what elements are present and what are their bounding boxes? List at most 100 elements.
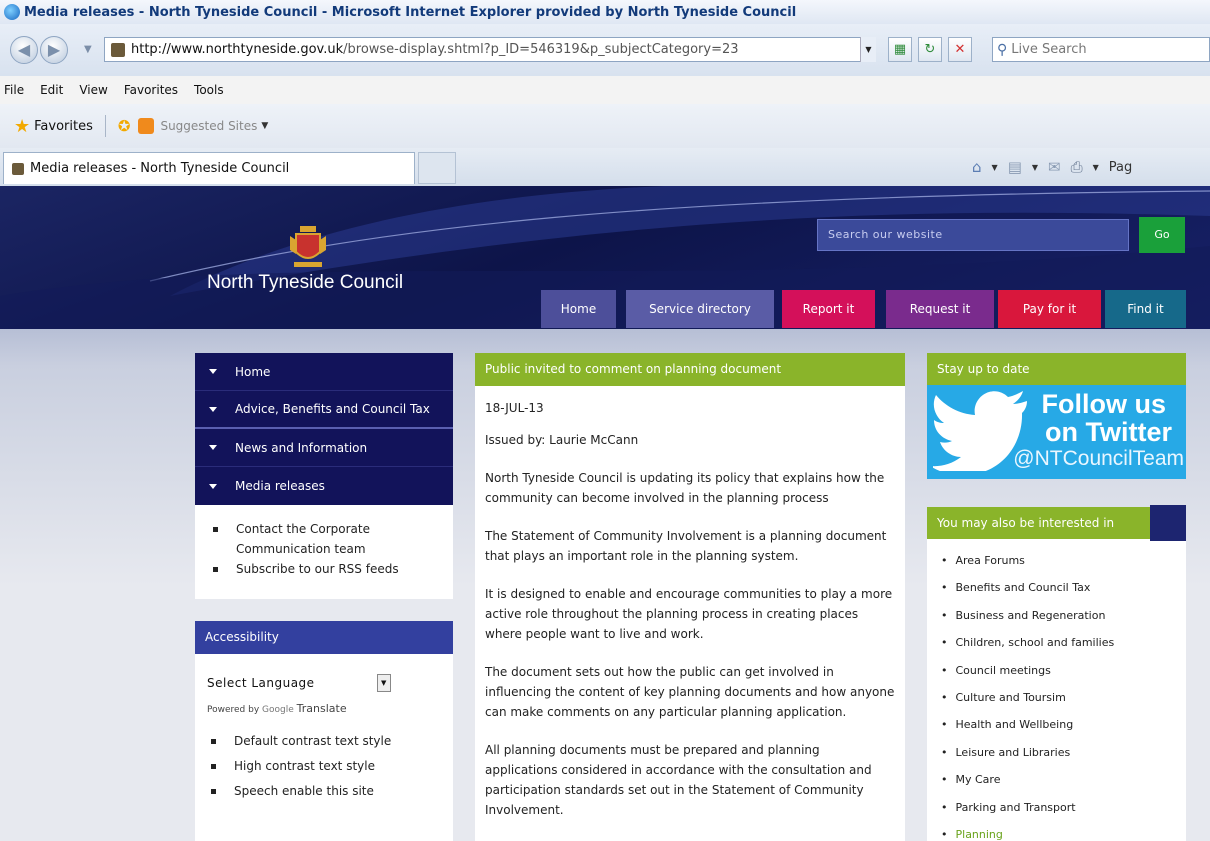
interest-list: • Area Forums • Benefits and Council Tax •… [927,539,1186,841]
interest-label: Business and Regeneration [955,608,1106,622]
page-icon [111,42,125,57]
link-rss-feeds[interactable]: Subscribe to our RSS feeds [236,559,399,579]
menu-edit[interactable]: Edit [32,83,71,97]
url-path: /browse-display.shtml?p_ID=546319&p_subj… [343,42,739,57]
topnav-service-directory[interactable]: Service directory [626,290,774,328]
bullet [211,764,216,769]
accessibility-heading: Accessibility [195,621,453,654]
topnav-pay-for-it[interactable]: Pay for it [998,290,1101,328]
interest-item[interactable]: • Area Forums [941,547,1186,574]
interest-item[interactable]: • Business and Regeneration [941,602,1186,629]
topnav-report-it[interactable]: Report it [782,290,875,328]
interest-label: Planning [955,828,1003,841]
left-nav-news[interactable]: News and Information [195,429,453,467]
recent-pages-dropdown[interactable]: ▼ [84,44,92,55]
default-contrast-link[interactable]: Default contrast text style [234,729,391,754]
back-arrow-icon[interactable]: ◀ [10,36,38,64]
powered-by-google: Powered by Google Translate [207,702,443,715]
interest-label: Council meetings [955,663,1051,677]
bullet: • [941,554,948,567]
print-icon[interactable]: ⎙ [1071,158,1083,176]
home-icon[interactable]: ⌂ [972,158,982,176]
mail-icon[interactable]: ✉ [1048,158,1061,176]
stay-up-to-date-heading: Stay up to date [927,353,1186,385]
live-search-input[interactable]: ⚲ Live Search [992,37,1210,62]
list-item[interactable]: Subscribe to our RSS feeds [209,559,443,579]
powered-by-label: Powered by [207,705,260,715]
menu-view[interactable]: View [71,83,115,97]
interest-item[interactable]: • Benefits and Council Tax [941,574,1186,601]
forward-arrow-icon[interactable]: ▶ [40,36,68,64]
go-button[interactable]: Go [1139,217,1185,253]
command-bar: ⌂ ▼ ▤ ▼ ✉ ⎙ ▼ Pag [972,158,1132,176]
stop-icon[interactable]: ✕ [948,37,972,62]
interest-label: Leisure and Libraries [955,745,1071,759]
interest-item[interactable]: • Health and Wellbeing [941,711,1186,738]
list-item[interactable]: Default contrast text style [207,729,443,754]
left-column: Home Advice, Benefits and Council Tax Ne… [195,353,453,841]
left-nav-label: Home [235,364,271,379]
bullet: • [941,636,948,650]
twitter-handle: @NTCouncilTeam [1013,447,1184,470]
compatibility-icon[interactable]: ▦ [888,37,912,62]
left-nav-media-releases[interactable]: Media releases [195,467,453,505]
interest-item[interactable]: • Planning [941,821,1186,841]
translate-link[interactable]: Translate [297,702,347,715]
site-search-input[interactable]: Search our website [817,219,1129,251]
language-select[interactable]: Select Language ▼ [207,674,443,692]
bullet: • [941,691,948,705]
article-title: Public invited to comment on planning do… [475,353,905,386]
interest-label: Parking and Transport [955,800,1076,814]
interest-item[interactable]: • Leisure and Libraries [941,739,1186,766]
twitter-banner[interactable]: Follow us on Twitter @NTCouncilTeam [927,385,1186,479]
chevron-down-icon[interactable]: ▼ [992,163,998,172]
link-contact-corporate[interactable]: Contact the Corporate Communication team [236,519,443,559]
menu-file[interactable]: File [0,83,32,97]
list-item[interactable]: Contact the Corporate Communication team [209,519,443,559]
bullet: • [941,608,948,622]
interest-item[interactable]: • Children, school and families [941,629,1186,656]
bullet [211,789,216,794]
site-header: North Tyneside Council Search our websit… [0,186,1210,329]
left-nav-label: News and Information [235,440,368,455]
interest-item[interactable]: • Council meetings [941,657,1186,684]
high-contrast-link[interactable]: High contrast text style [234,754,375,779]
chevron-down-icon[interactable]: ▼ [377,674,391,692]
menu-favorites[interactable]: Favorites [116,83,186,97]
topnav-request-it[interactable]: Request it [886,290,994,328]
feeds-icon[interactable]: ▤ [1008,158,1022,176]
chevron-down-icon [209,369,217,374]
new-tab-button[interactable] [418,152,456,184]
tab-row: Media releases - North Tyneside Council … [0,148,1210,186]
article-paragraph: All planning documents must be prepared … [485,743,872,817]
topnav-home[interactable]: Home [541,290,616,328]
article-issued-by: Issued by: Laurie McCann [485,433,639,447]
address-dropdown[interactable]: ▼ [860,37,876,62]
add-favorites-icon[interactable]: ✪ [118,117,131,135]
left-nav-advice[interactable]: Advice, Benefits and Council Tax [195,391,453,429]
list-item[interactable]: High contrast text style [207,754,443,779]
chevron-down-icon[interactable]: ▼ [261,121,268,131]
topnav-find-it[interactable]: Find it [1105,290,1186,328]
interest-item[interactable]: • My Care [941,766,1186,793]
interest-label: Culture and Toursim [955,691,1066,705]
interest-label: Health and Wellbeing [955,718,1074,732]
bullet: • [941,800,948,814]
left-nav-home[interactable]: Home [195,353,453,391]
list-item[interactable]: Speech enable this site [207,779,443,804]
address-bar[interactable]: http://www.northtyneside.gov.uk/browse-d… [104,37,872,62]
bullet [213,567,218,572]
interest-item[interactable]: • Parking and Transport [941,794,1186,821]
menu-tools[interactable]: Tools [186,83,232,97]
suggested-sites-link[interactable]: Suggested Sites [160,119,257,133]
interest-label: Benefits and Council Tax [955,581,1091,595]
chevron-down-icon[interactable]: ▼ [1032,163,1038,172]
interest-item[interactable]: • Culture and Toursim [941,684,1186,711]
speech-enable-link[interactable]: Speech enable this site [234,779,374,804]
favorites-button[interactable]: Favorites [34,119,93,134]
refresh-icon[interactable]: ↻ [918,37,942,62]
tab-media-releases[interactable]: Media releases - North Tyneside Council [3,152,415,184]
bullet: • [941,745,948,759]
page-menu[interactable]: Pag [1109,160,1132,175]
chevron-down-icon[interactable]: ▼ [1093,163,1099,172]
